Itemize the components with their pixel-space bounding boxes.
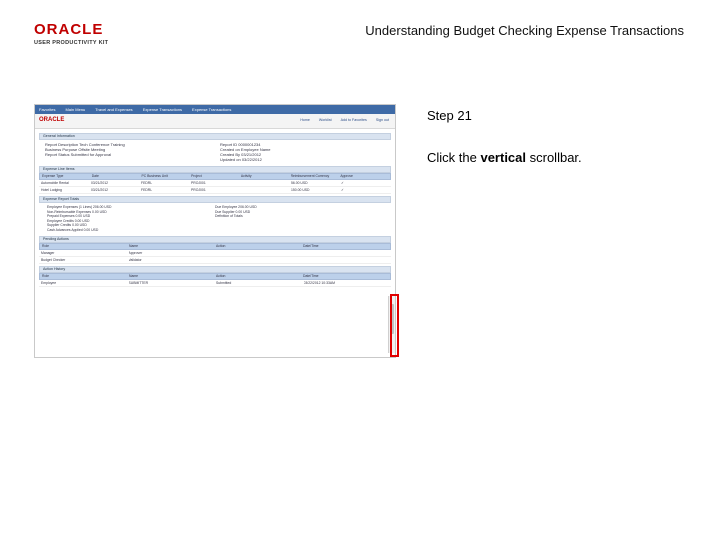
table-row[interactable]: Manager Approver bbox=[39, 250, 391, 257]
section-pending-actions[interactable]: Pending Actions bbox=[39, 236, 391, 243]
table-row[interactable]: Employee SUBMITTER Submitted 03/22/2012 10:… bbox=[39, 280, 391, 287]
section-expense-lines[interactable]: Expense Line Items bbox=[39, 166, 391, 173]
step-instruction: Click the vertical scrollbar. bbox=[427, 150, 582, 165]
table-row[interactable]: Budget Checker Validator bbox=[39, 257, 391, 264]
nav-favorites[interactable]: Favorites bbox=[39, 107, 55, 114]
link-add-favorites[interactable]: Add to Favorites bbox=[341, 118, 367, 122]
total-row: Cash Advances Applied 0.00 USD bbox=[47, 227, 99, 232]
app-content: General Information Report Description T… bbox=[35, 129, 395, 289]
table-row[interactable]: Automobile Rental 03/21/2012 FEDRL PROJ001 5… bbox=[39, 180, 391, 187]
link-home[interactable]: Home bbox=[300, 118, 310, 122]
app-brand: ORACLE bbox=[39, 117, 65, 123]
nav-expense-transactions-2[interactable]: Expense Transactions bbox=[192, 107, 231, 114]
section-general-information[interactable]: General Information bbox=[39, 133, 391, 140]
pending-grid-header: Role Name Action Date/Time bbox=[39, 243, 391, 250]
oracle-upk-logo: ORACLE USER PRODUCTIVITY KIT bbox=[34, 22, 124, 46]
nav-travel-expenses[interactable]: Travel and Expenses bbox=[95, 107, 132, 114]
app-breadcrumb-nav: Favorites Main Menu Travel and Expenses … bbox=[35, 105, 395, 114]
link-worklist[interactable]: Worklist bbox=[319, 118, 332, 122]
section-action-history[interactable]: Action History bbox=[39, 266, 391, 273]
table-row[interactable]: Hotel Lodging 03/21/2012 FEDRL PROJ001 150.0… bbox=[39, 187, 391, 194]
nav-main-menu[interactable]: Main Menu bbox=[65, 107, 85, 114]
general-row-right: Updated on 03/22/2012 bbox=[220, 157, 262, 162]
general-row: Report Status Submitted for Approval bbox=[45, 152, 112, 157]
instruction-text-after: scrollbar. bbox=[526, 150, 582, 165]
lines-grid-header: Expense Type Date PC Business Unit Project A… bbox=[39, 173, 391, 180]
target-highlight-box bbox=[390, 294, 399, 357]
logo-oracle-text: ORACLE bbox=[34, 21, 104, 38]
logo-upk-text: USER PRODUCTIVITY KIT bbox=[34, 40, 109, 46]
app-brand-bar: ORACLE Home Worklist Add to Favorites Si… bbox=[35, 114, 395, 129]
nav-expense-transactions[interactable]: Expense Transactions bbox=[143, 107, 182, 114]
history-grid-header: Role Name Action Date/Time bbox=[39, 273, 391, 280]
instruction-text-before: Click the bbox=[427, 150, 481, 165]
page-title: Understanding Budget Checking Expense Tr… bbox=[365, 23, 684, 38]
definition-of-totals-link[interactable]: Definition of Totals bbox=[215, 214, 383, 219]
step-label: Step 21 bbox=[427, 108, 472, 123]
application-screenshot: Favorites Main Menu Travel and Expenses … bbox=[34, 104, 396, 358]
app-top-links: Home Worklist Add to Favorites Sign out bbox=[300, 118, 389, 122]
section-report-totals[interactable]: Expense Report Totals bbox=[39, 196, 391, 203]
general-info-fields: Report Description Tech Conference Train… bbox=[39, 140, 391, 164]
link-sign-out[interactable]: Sign out bbox=[376, 118, 389, 122]
report-totals: Employee Expenses (1 Lines) 206.00 USD N… bbox=[39, 203, 391, 234]
instruction-emphasis: vertical bbox=[480, 150, 527, 165]
